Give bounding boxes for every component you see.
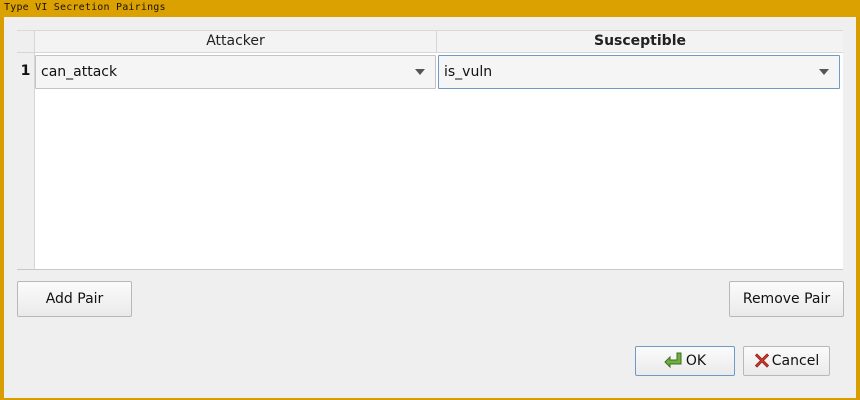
dialog-body: Attacker Susceptible 1 can_attack is_vul… [4,17,856,398]
add-pair-button[interactable]: Add Pair [17,281,132,317]
red-x-icon [754,352,769,368]
cancel-label: Cancel [771,353,820,369]
pairings-table: Attacker Susceptible 1 can_attack is_vul… [17,30,843,270]
attacker-value: can_attack [41,64,118,80]
chevron-down-icon [819,69,829,75]
chevron-down-icon [415,69,425,75]
ok-label: OK [685,353,707,369]
title-bar[interactable]: Type VI Secretion Pairings [0,0,860,17]
table-corner[interactable] [17,31,35,52]
remove-pair-button[interactable]: Remove Pair [729,281,844,317]
column-header-susceptible[interactable]: Susceptible [437,31,843,52]
susceptible-value: is_vuln [444,64,493,80]
susceptible-dropdown[interactable]: is_vuln [438,55,840,89]
cancel-button[interactable]: Cancel [743,346,830,376]
attacker-dropdown[interactable]: can_attack [35,55,436,89]
green-check-arrow-icon [664,352,682,368]
window-title: Type VI Secretion Pairings [4,2,166,13]
dialog-window: Type VI Secretion Pairings Attacker Susc… [0,0,860,400]
table-header: Attacker Susceptible [17,31,843,53]
ok-button[interactable]: OK [635,346,735,376]
column-header-attacker[interactable]: Attacker [35,31,437,52]
row-number[interactable]: 1 [17,53,34,89]
